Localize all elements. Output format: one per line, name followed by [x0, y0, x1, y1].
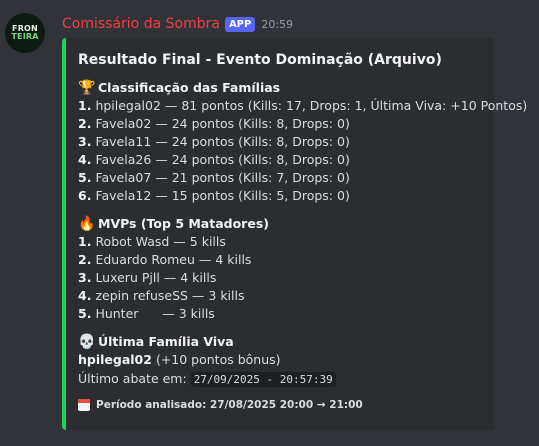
fire-icon: 🔥	[78, 216, 96, 232]
message-timestamp[interactable]: 20:59	[261, 18, 293, 31]
rank-number: 6.	[78, 188, 92, 203]
embed-footer: Período analisado: 27/08/2025 20:00 → 21…	[78, 399, 482, 411]
list-item: 2. Eduardo Romeu — 4 kills	[78, 251, 482, 269]
list-item: 6. Favela12 — 15 pontos (Kills: 5, Drops…	[78, 187, 482, 205]
rank-number: 2.	[78, 252, 92, 267]
app-badge: APP	[224, 16, 256, 32]
list-item: 3. Luxeru Pjll — 4 kills	[78, 269, 482, 287]
list-item: 1. Robot Wasd — 5 kills	[78, 233, 482, 251]
rank-number: 3.	[78, 270, 92, 285]
last-family-heading-label: Última Família Viva	[98, 334, 234, 349]
list-item: 2. Favela02 — 24 pontos (Kills: 8, Drops…	[78, 115, 482, 133]
last-kill-timestamp: 27/09/2025 - 20:57:39	[190, 372, 336, 387]
rank-number: 4.	[78, 152, 92, 167]
list-item: 5. Favela07 — 21 pontos (Kills: 7, Drops…	[78, 169, 482, 187]
families-heading-label: Classificação das Famílias	[98, 80, 281, 95]
footer-text: Período analisado: 27/08/2025 20:00 → 21…	[96, 399, 363, 411]
list-item: 5. Hunter — 3 kills	[78, 305, 482, 323]
list-item: 3. Favela11 — 24 pontos (Kills: 8, Drops…	[78, 133, 482, 151]
last-family-name: hpilegal02	[78, 352, 152, 367]
last-family-bonus: (+10 pontos bônus)	[155, 352, 281, 367]
rank-number: 2.	[78, 116, 92, 131]
rank-number: 4.	[78, 288, 92, 303]
last-family-line: hpilegal02 (+10 pontos bônus)	[78, 351, 482, 369]
list-item-text: Favela12 — 15 pontos (Kills: 5, Drops: 0…	[95, 188, 350, 203]
rank-number: 1.	[78, 98, 92, 113]
mvps-heading: 🔥 MVPs (Top 5 Matadores)	[78, 215, 482, 233]
list-item-text: Hunter — 3 kills	[95, 306, 215, 321]
list-item: 1. hpilegal02 — 81 pontos (Kills: 17, Dr…	[78, 97, 527, 115]
list-item-text: Favela07 — 21 pontos (Kills: 7, Drops: 0…	[95, 170, 350, 185]
list-item-text: Luxeru Pjll — 4 kills	[95, 270, 217, 285]
trophy-icon: 🏆	[78, 80, 96, 96]
rank-number: 5.	[78, 170, 92, 185]
families-list: 1. hpilegal02 — 81 pontos (Kills: 17, Dr…	[78, 97, 527, 205]
embed-title: Resultado Final - Evento Dominação (Arqu…	[78, 52, 442, 68]
author-avatar[interactable]: FRON TEIRA	[5, 13, 45, 53]
list-item: 4. zepin refuseSS — 3 kills	[78, 287, 482, 305]
mvps-heading-label: MVPs (Top 5 Matadores)	[98, 216, 269, 231]
avatar-text-line-2: TEIRA	[11, 32, 39, 41]
list-item-text: zepin refuseSS — 3 kills	[95, 288, 245, 303]
rank-number: 3.	[78, 134, 92, 149]
message-header: Comissário da Sombra APP 20:59	[62, 14, 293, 34]
skull-icon: 💀	[78, 334, 96, 350]
list-item-text: Robot Wasd — 5 kills	[95, 234, 226, 249]
list-item: 4. Favela26 — 24 pontos (Kills: 8, Drops…	[78, 151, 482, 169]
mvps-list: 1. Robot Wasd — 5 kills 2. Eduardo Romeu…	[78, 233, 482, 323]
calendar-icon	[78, 399, 90, 411]
list-item-text: Favela02 — 24 pontos (Kills: 8, Drops: 0…	[95, 116, 350, 131]
last-kill-line: Último abate em: 27/09/2025 - 20:57:39	[78, 370, 482, 389]
list-item-text: Eduardo Romeu — 4 kills	[95, 252, 252, 267]
list-item-text: hpilegal02 — 81 pontos (Kills: 17, Drops…	[95, 98, 528, 113]
rank-number: 5.	[78, 306, 92, 321]
last-family-heading: 💀 Última Família Viva	[78, 333, 482, 351]
families-heading: 🏆 Classificação das Famílias	[78, 79, 482, 97]
list-item-text: Favela11 — 24 pontos (Kills: 8, Drops: 0…	[95, 134, 350, 149]
rank-number: 1.	[78, 234, 92, 249]
author-name[interactable]: Comissário da Sombra	[62, 16, 220, 32]
last-kill-label: Último abate em:	[78, 371, 187, 386]
embed-card: Resultado Final - Evento Dominação (Arqu…	[62, 38, 527, 430]
list-item-text: Favela26 — 24 pontos (Kills: 8, Drops: 0…	[95, 152, 350, 167]
